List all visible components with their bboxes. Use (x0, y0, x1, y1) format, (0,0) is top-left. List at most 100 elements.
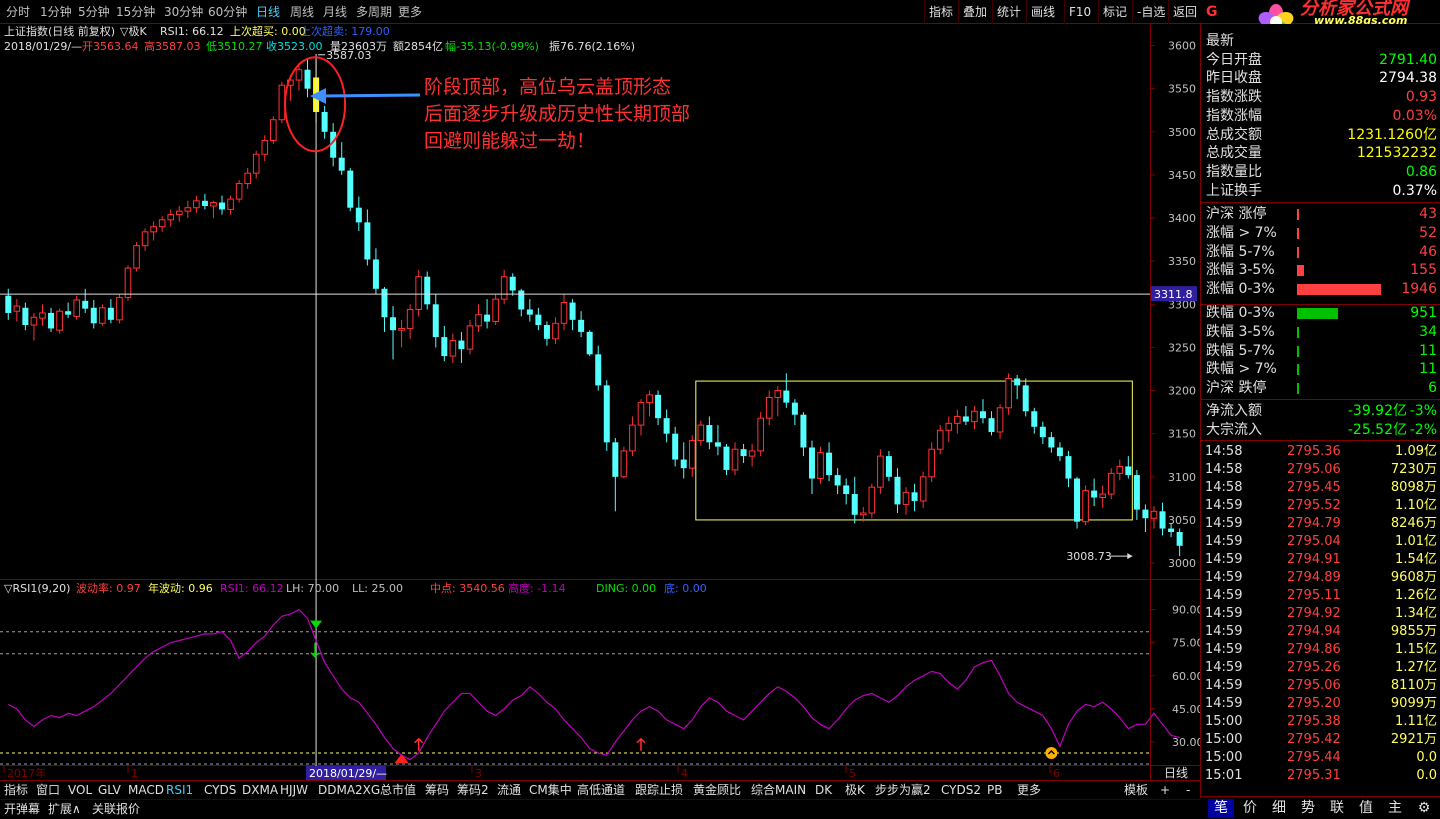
tick-row: 14:59 2795.26 1.27亿 (1201, 659, 1440, 677)
right-tab-1[interactable]: 价 (1237, 799, 1263, 818)
right-tab-0[interactable]: 笔 (1208, 799, 1234, 818)
rsi-header-height: 高度: -1.14 (508, 581, 566, 595)
stat-row: 指数涨幅 0.03% (1201, 107, 1440, 126)
indicator-tab-10[interactable]: 总市值 (380, 781, 416, 800)
candle (543, 321, 550, 346)
period-tab-10[interactable]: 更多 (396, 0, 424, 24)
toolbar-button-3[interactable]: 画线 (1026, 0, 1059, 24)
bottom-button-2[interactable]: 关联报价 (92, 800, 140, 819)
indicator-tab-18[interactable]: 综合MAIN (751, 781, 806, 800)
stat-value: 1231.1260亿 (1347, 126, 1437, 143)
right-tab-4[interactable]: 联 (1324, 799, 1350, 818)
candle (82, 288, 89, 313)
toolbar-button-5[interactable]: 标记 (1098, 0, 1131, 24)
tick-row: 15:00 2795.44 0.0 (1201, 749, 1440, 767)
indicator-tab-6[interactable]: CYDS (204, 781, 236, 800)
indicator-tab-8[interactable]: HJJW (280, 781, 308, 800)
indicator-tab-12[interactable]: 筹码2 (457, 781, 489, 800)
bottom-button-1[interactable]: 扩展∧ (48, 800, 81, 819)
period-tab-9[interactable]: 多周期 (354, 0, 394, 24)
candle (518, 288, 525, 317)
candle (783, 373, 790, 408)
toolbar-button-2[interactable]: 统计 (992, 0, 1025, 24)
breadth-label: 沪深 跌停 (1206, 380, 1267, 397)
indicator-tab-21[interactable]: 步步为赢2 (875, 781, 931, 800)
rsi-axis-label: 90.00 (1172, 604, 1200, 617)
period-tab-6[interactable]: 日线 (254, 0, 282, 24)
tick-price: 2795.45 (1287, 480, 1341, 495)
indicator-tab-20[interactable]: 极K (845, 781, 865, 800)
period-tab-8[interactable]: 月线 (321, 0, 349, 24)
flow-pct: -3% (1409, 403, 1437, 419)
indicator-tab-17[interactable]: 黄金顾比 (693, 781, 741, 800)
date-axis-label: 5 (849, 767, 856, 780)
indicator-tab-16[interactable]: 跟踪止损 (635, 781, 683, 800)
tick-time: 14:59 (1205, 660, 1243, 675)
indicator-tab-3[interactable]: GLV (98, 781, 121, 800)
indicator-tab-2[interactable]: VOL (68, 781, 92, 800)
bottom-signal-icon (394, 754, 409, 763)
indicator-tab-11[interactable]: 筹码 (425, 781, 449, 800)
candle (235, 180, 243, 203)
date-axis-label: 3 (475, 767, 482, 780)
indicator-tab-15[interactable]: 高低通道 (577, 781, 625, 800)
main-chart[interactable]: 上证指数(日线 前复权) ▽极K RSI1: 66.12 上次超买: 0.00上次超卖… (0, 24, 1200, 780)
candle (424, 271, 431, 310)
period-tab-0[interactable]: 分时 (4, 0, 32, 24)
candle (1005, 373, 1012, 415)
tick-time: 14:59 (1205, 606, 1243, 621)
settings-icon[interactable]: ⚙ (1411, 799, 1437, 818)
header-line2_amt: 额2854亿 (393, 40, 443, 53)
price-axis-label: 3150 (1168, 428, 1196, 441)
bottom-button-0[interactable]: 开弹幕 (4, 800, 40, 819)
tick-time: 14:59 (1205, 552, 1243, 567)
candle (612, 438, 619, 512)
period-tab-7[interactable]: 周线 (288, 0, 316, 24)
indicator-tool-2[interactable]: - (1186, 781, 1190, 800)
toolbar-button-1[interactable]: 叠加 (958, 0, 991, 24)
indicator-tab-0[interactable]: 指标 (4, 781, 28, 800)
indicator-tab-7[interactable]: DXMA (242, 781, 278, 800)
indicator-tab-24[interactable]: 更多 (1017, 781, 1041, 800)
right-tab-3[interactable]: 势 (1295, 799, 1321, 818)
indicator-tab-4[interactable]: MACD (128, 781, 164, 800)
period-tab-2[interactable]: 5分钟 (76, 0, 112, 24)
stat-row: 总成交量 121532232 (1201, 144, 1440, 163)
indicator-tab-23[interactable]: PB (987, 781, 1002, 800)
indicator-tab-14[interactable]: CM集中 (529, 781, 572, 800)
tick-price: 2795.20 (1287, 696, 1341, 711)
indicator-tab-1[interactable]: 窗口 (36, 781, 60, 800)
right-tab-5[interactable]: 值 (1353, 799, 1379, 818)
indicator-tab-9[interactable]: DDMA2XG (318, 781, 380, 800)
indicator-tool-1[interactable]: + (1160, 781, 1170, 800)
right-tab-6[interactable]: 主 (1382, 799, 1408, 818)
indicator-tool-0[interactable]: 模板 (1124, 781, 1148, 800)
candle (1142, 504, 1149, 533)
toolbar-button-4[interactable]: F10 (1064, 0, 1095, 24)
candle (30, 312, 38, 341)
stat-label: 指数涨跌 (1206, 89, 1262, 106)
indicator-tab-5[interactable]: RSI1 (166, 781, 193, 800)
candle (988, 411, 995, 436)
indicator-tab-22[interactable]: CYDS2 (941, 781, 981, 800)
period-tab-1[interactable]: 1分钟 (38, 0, 74, 24)
toolbar-button-6[interactable]: -自选 (1132, 0, 1169, 24)
period-tab-5[interactable]: 60分钟 (206, 0, 249, 24)
candle (945, 416, 953, 443)
toolbar-button-7[interactable]: 返回 (1168, 0, 1201, 24)
rsi-header-ding: DING: 0.00 (596, 582, 656, 595)
tick-time: 14:59 (1205, 588, 1243, 603)
toolbar-button-0[interactable]: 指标 (924, 0, 957, 24)
indicator-tab-19[interactable]: DK (815, 781, 832, 800)
breadth-row: 跌幅 3-5% 34 (1201, 323, 1440, 342)
price-axis-label: 3400 (1168, 212, 1196, 225)
candle (851, 476, 858, 524)
candle (133, 242, 140, 272)
breadth-bar (1297, 383, 1299, 395)
breadth-bar (1297, 209, 1299, 220)
right-tab-2[interactable]: 细 (1266, 799, 1292, 818)
period-tab-4[interactable]: 30分钟 (162, 0, 205, 24)
period-tab-3[interactable]: 15分钟 (114, 0, 157, 24)
breadth-value: 6 (1428, 380, 1437, 397)
indicator-tab-13[interactable]: 流通 (497, 781, 521, 800)
